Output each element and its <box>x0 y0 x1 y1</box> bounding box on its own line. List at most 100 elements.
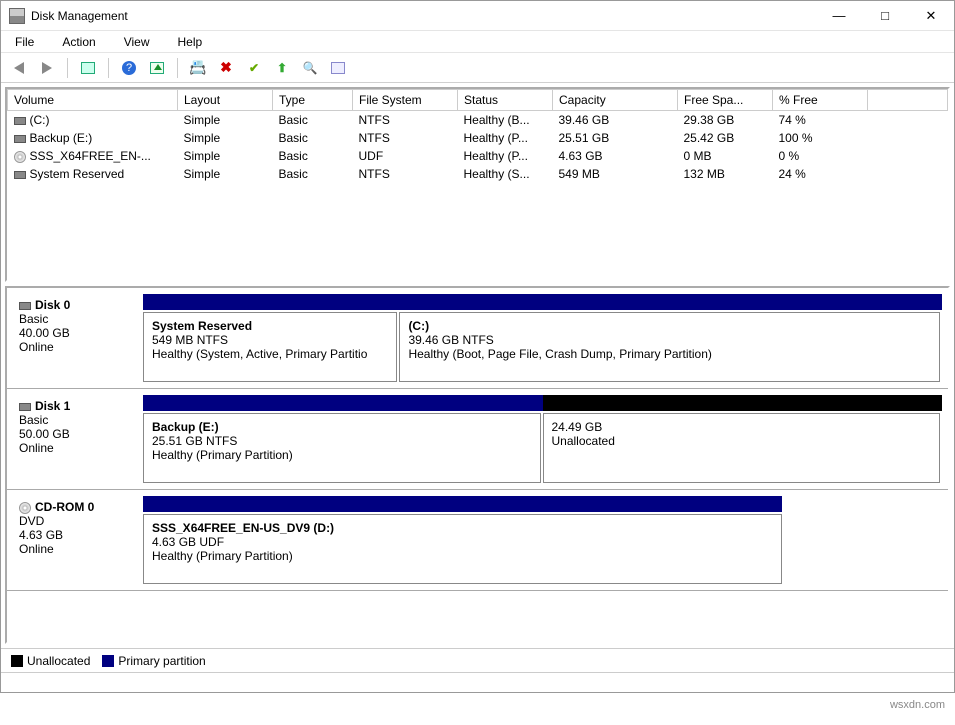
col-fs[interactable]: File System <box>353 90 458 111</box>
partition[interactable]: SSS_X64FREE_EN-US_DV9 (D:)4.63 GB UDFHea… <box>143 514 782 584</box>
disk-partitions: System Reserved549 MB NTFSHealthy (Syste… <box>143 294 942 382</box>
volume-row[interactable]: (C:)SimpleBasicNTFSHealthy (B...39.46 GB… <box>8 111 948 130</box>
col-capacity[interactable]: Capacity <box>553 90 678 111</box>
disk-label[interactable]: Disk 0Basic40.00 GBOnline <box>13 294 133 382</box>
partition-status: Unallocated <box>552 434 932 448</box>
volume-status: Healthy (S... <box>458 165 553 183</box>
rescan-disks-button[interactable]: 📇 <box>188 58 208 78</box>
window-controls: — □ ✕ <box>816 1 954 31</box>
partition-size: 4.63 GB UDF <box>152 535 773 549</box>
minimize-button[interactable]: — <box>816 1 862 31</box>
legend-unallocated: Unallocated <box>11 654 90 668</box>
partition-size: 24.49 GB <box>552 420 932 434</box>
col-pctfree[interactable]: % Free <box>773 90 868 111</box>
disk-icon <box>19 302 31 310</box>
partition-status: Healthy (System, Active, Primary Partiti… <box>152 347 388 361</box>
volume-status: Healthy (P... <box>458 147 553 165</box>
partition[interactable]: Backup (E:)25.51 GB NTFSHealthy (Primary… <box>143 413 541 483</box>
disk-status: Online <box>19 542 133 556</box>
titlebar: Disk Management — □ ✕ <box>1 1 954 31</box>
statusbar <box>1 672 954 692</box>
partition-status: Healthy (Boot, Page File, Crash Dump, Pr… <box>408 347 931 361</box>
column-header-row: Volume Layout Type File System Status Ca… <box>8 90 948 111</box>
disk-type: DVD <box>19 514 133 528</box>
volume-free: 29.38 GB <box>678 111 773 130</box>
volume-layout: Simple <box>178 111 273 130</box>
volume-status: Healthy (B... <box>458 111 553 130</box>
disk-row: CD-ROM 0DVD4.63 GBOnlineSSS_X64FREE_EN-U… <box>7 490 948 591</box>
col-type[interactable]: Type <box>273 90 353 111</box>
volume-pctfree: 0 % <box>773 147 868 165</box>
menu-help[interactable]: Help <box>172 33 209 51</box>
col-free[interactable]: Free Spa... <box>678 90 773 111</box>
disk-name: Disk 1 <box>35 399 70 413</box>
volume-free: 0 MB <box>678 147 773 165</box>
volume-status: Healthy (P... <box>458 129 553 147</box>
delete-button[interactable]: ✖ <box>216 58 236 78</box>
volume-type: Basic <box>273 147 353 165</box>
maximize-button[interactable]: □ <box>862 1 908 31</box>
volume-row[interactable]: Backup (E:)SimpleBasicNTFSHealthy (P...2… <box>8 129 948 147</box>
window-title: Disk Management <box>31 9 816 23</box>
menu-view[interactable]: View <box>118 33 156 51</box>
volume-pctfree: 24 % <box>773 165 868 183</box>
col-layout[interactable]: Layout <box>178 90 273 111</box>
help-button[interactable]: ? <box>119 58 139 78</box>
disk-label[interactable]: Disk 1Basic50.00 GBOnline <box>13 395 133 483</box>
disk-partitions: SSS_X64FREE_EN-US_DV9 (D:)4.63 GB UDFHea… <box>143 496 942 584</box>
col-extra[interactable] <box>868 90 948 111</box>
partition[interactable]: (C:)39.46 GB NTFSHealthy (Boot, Page Fil… <box>399 312 940 382</box>
col-volume[interactable]: Volume <box>8 90 178 111</box>
volume-name: System Reserved <box>30 167 125 181</box>
volume-fs: UDF <box>353 147 458 165</box>
volume-free: 132 MB <box>678 165 773 183</box>
volume-list[interactable]: Volume Layout Type File System Status Ca… <box>5 87 950 282</box>
disk-management-icon <box>9 8 25 24</box>
disk-icon <box>14 117 26 125</box>
up-button[interactable]: ⬆ <box>272 58 292 78</box>
volume-name: (C:) <box>30 113 50 127</box>
menu-file[interactable]: File <box>9 33 40 51</box>
disk-size: 4.63 GB <box>19 528 133 542</box>
volume-fs: NTFS <box>353 111 458 130</box>
partition-unallocated[interactable]: 24.49 GBUnallocated <box>543 413 941 483</box>
volume-row[interactable]: SSS_X64FREE_EN-...SimpleBasicUDFHealthy … <box>8 147 948 165</box>
volume-row[interactable]: System ReservedSimpleBasicNTFSHealthy (S… <box>8 165 948 183</box>
volume-fs: NTFS <box>353 129 458 147</box>
show-hide-console-button[interactable] <box>78 58 98 78</box>
volume-fs: NTFS <box>353 165 458 183</box>
search-button[interactable]: 🔍 <box>300 58 320 78</box>
volume-layout: Simple <box>178 129 273 147</box>
disk-row: Disk 1Basic50.00 GBOnlineBackup (E:)25.5… <box>7 389 948 490</box>
disk-icon <box>14 135 26 143</box>
disk-type: Basic <box>19 312 133 326</box>
menu-action[interactable]: Action <box>56 33 101 51</box>
partition-size: 549 MB NTFS <box>152 333 388 347</box>
legend-primary: Primary partition <box>102 654 205 668</box>
back-button[interactable] <box>9 58 29 78</box>
col-status[interactable]: Status <box>458 90 553 111</box>
volume-capacity: 39.46 GB <box>553 111 678 130</box>
disk-label[interactable]: CD-ROM 0DVD4.63 GBOnline <box>13 496 133 584</box>
menubar: File Action View Help <box>1 31 954 53</box>
toolbar-separator <box>177 58 178 78</box>
forward-button[interactable] <box>37 58 57 78</box>
partition-status: Healthy (Primary Partition) <box>152 549 773 563</box>
partition-status: Healthy (Primary Partition) <box>152 448 532 462</box>
partition-name: SSS_X64FREE_EN-US_DV9 (D:) <box>152 521 773 535</box>
disk-graphic-pane[interactable]: Disk 0Basic40.00 GBOnlineSystem Reserved… <box>5 286 950 644</box>
watermark: wsxdn.com <box>890 699 945 711</box>
partition-size: 25.51 GB NTFS <box>152 434 532 448</box>
disk-status: Online <box>19 441 133 455</box>
partition-size: 39.46 GB NTFS <box>408 333 931 347</box>
list-button[interactable] <box>328 58 348 78</box>
window: Disk Management — □ ✕ File Action View H… <box>0 0 955 693</box>
volume-table: Volume Layout Type File System Status Ca… <box>7 89 948 183</box>
disk-status: Online <box>19 340 133 354</box>
refresh-button[interactable] <box>147 58 167 78</box>
approve-button[interactable]: ✔ <box>244 58 264 78</box>
close-button[interactable]: ✕ <box>908 1 954 31</box>
disk-name: CD-ROM 0 <box>35 500 94 514</box>
partition[interactable]: System Reserved549 MB NTFSHealthy (Syste… <box>143 312 397 382</box>
cd-icon <box>14 151 26 163</box>
